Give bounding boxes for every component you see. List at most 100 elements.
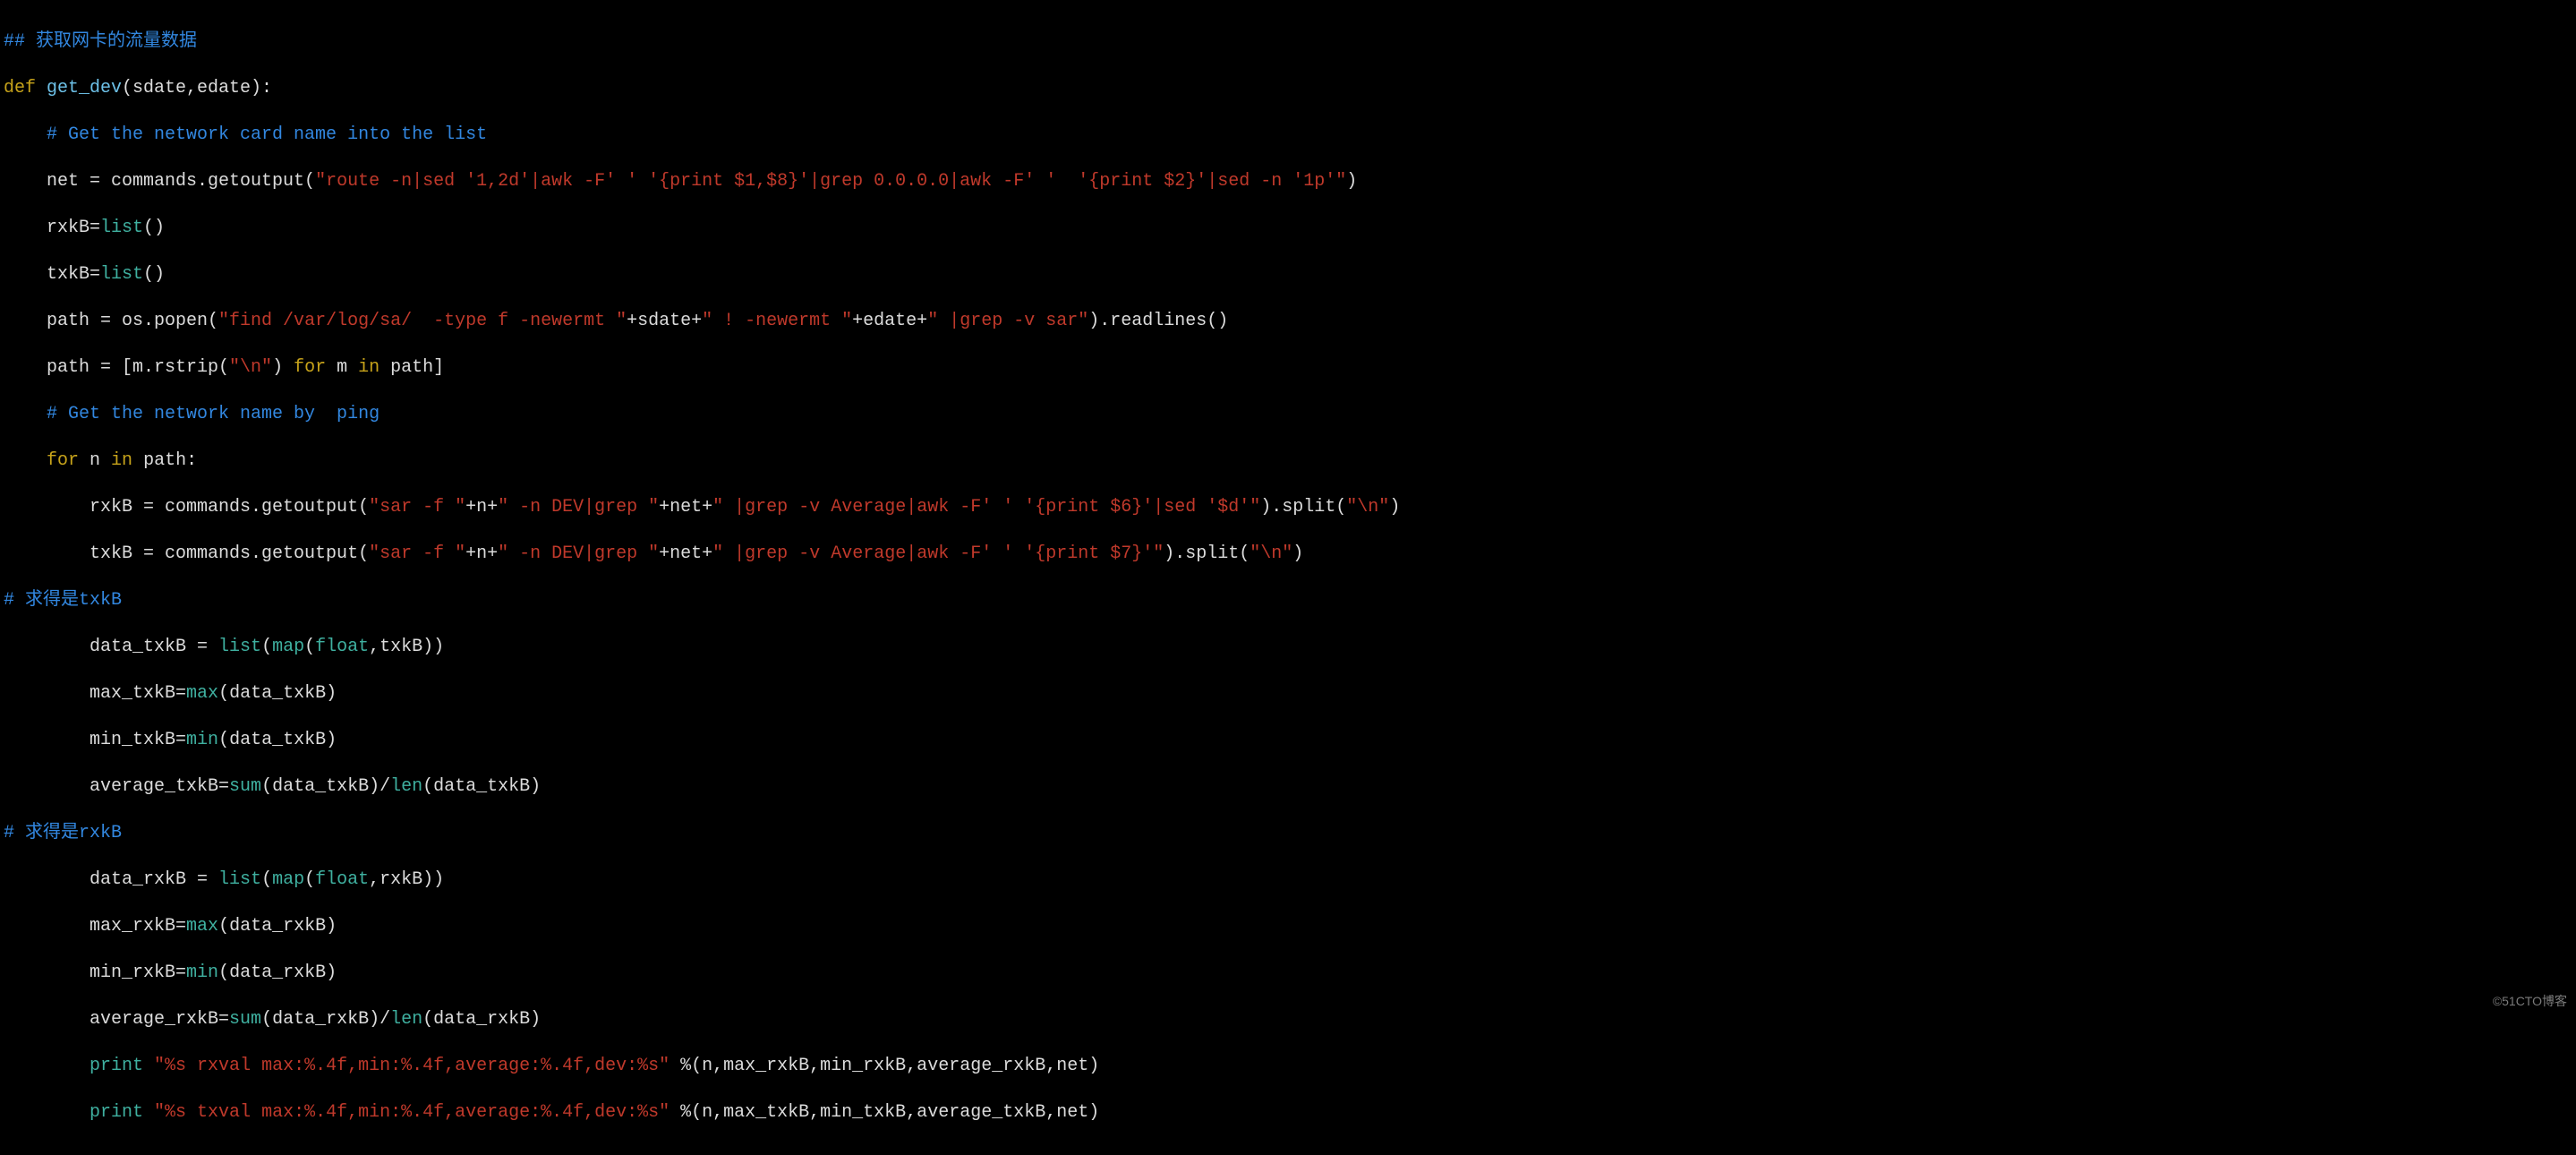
code-line: # Get the network name by ping [4,403,2572,426]
keyword-in: in [111,450,132,471]
code-text: %(n,max_txkB,min_txkB,average_txkB,net) [670,1102,1099,1123]
string: " |grep -v Average|awk -F' ' '{print $7}… [712,543,1164,564]
code-text: ,rxkB)) [369,869,444,890]
code-line: txkB = commands.getoutput("sar -f "+n+" … [4,543,2572,566]
code-text [143,1102,154,1123]
string: "route -n|sed '1,2d'|awk -F' ' '{print $… [315,171,1346,192]
string: "find /var/log/sa/ -type f -newermt " [218,311,627,331]
code-text: (data_txkB) [422,776,541,797]
string: "%s txval max:%.4f,min:%.4f,average:%.4f… [154,1102,670,1123]
builtin: len [390,1009,422,1030]
code-text: average_txkB= [4,776,229,797]
code-line: max_txkB=max(data_txkB) [4,682,2572,706]
code-text: ) [272,357,294,378]
builtin: len [390,776,422,797]
code-text: max_txkB= [4,683,186,704]
keyword-print: print [90,1102,143,1123]
code-text: rxkB= [4,218,100,238]
code-text: max_rxkB= [4,916,186,937]
code-text: %(n,max_rxkB,min_rxkB,average_rxkB,net) [670,1056,1099,1076]
keyword-for: for [47,450,79,471]
keyword-def: def [4,78,36,98]
builtin: max [186,916,218,937]
code-text: path = os.popen( [4,311,218,331]
code-text: () [143,218,165,238]
code-line: txkB=list() [4,263,2572,287]
string: "%s rxval max:%.4f,min:%.4f,average:%.4f… [154,1056,670,1076]
code-text: data_txkB = [4,637,218,657]
keyword-for: for [294,357,326,378]
code-line: print "%s txval max:%.4f,min:%.4f,averag… [4,1101,2572,1125]
code-text: +n+ [465,497,498,518]
code-line: max_rxkB=max(data_rxkB) [4,915,2572,938]
code-line: rxkB=list() [4,217,2572,240]
builtin: map [272,869,304,890]
code-text: txkB = commands.getoutput( [4,543,369,564]
comment: # 求得是txkB [4,590,122,611]
keyword-print: print [90,1056,143,1076]
builtin: float [315,869,369,890]
code-text: ,txkB)) [369,637,444,657]
code-line: data_rxkB = list(map(float,rxkB)) [4,868,2572,892]
code-line: # Get the network card name into the lis… [4,124,2572,147]
code-line: def get_dev(sdate,edate): [4,77,2572,100]
string: "\n" [1346,497,1389,518]
code-text: (data_rxkB) [218,916,337,937]
code-text: (data_txkB)/ [261,776,390,797]
builtin: list [100,264,143,285]
builtin: min [186,730,218,750]
code-text [4,1056,90,1076]
func-name: get_dev [36,78,122,98]
code-text: ( [261,637,272,657]
code-line: # 求得是rxkB [4,822,2572,845]
string: " -n DEV|grep " [498,543,659,564]
code-text: ).readlines() [1088,311,1228,331]
string: " |grep -v Average|awk -F' ' '{print $6}… [712,497,1260,518]
code-text: +n+ [465,543,498,564]
code-text [143,1056,154,1076]
code-text: ( [304,869,315,890]
code-block: ## 获取网卡的流量数据 def get_dev(sdate,edate): #… [0,0,2576,1155]
code-line: path = [m.rstrip("\n") for m in path] [4,356,2572,380]
string: "sar -f " [369,497,465,518]
code-text: (data_rxkB) [422,1009,541,1030]
params: (sdate,edate): [122,78,272,98]
code-text: +net+ [659,497,712,518]
string: " ! -newermt " [702,311,852,331]
string: "\n" [1250,543,1292,564]
builtin: min [186,962,218,983]
code-text: (data_txkB) [218,730,337,750]
comment: ## 获取网卡的流量数据 [4,31,197,52]
keyword-in: in [358,357,380,378]
code-text: +edate+ [852,311,927,331]
code-text: min_rxkB= [4,962,186,983]
string: "\n" [229,357,272,378]
code-text: ).split( [1260,497,1346,518]
code-line: path = os.popen("find /var/log/sa/ -type… [4,310,2572,333]
code-text: ) [1346,171,1357,192]
comment: # Get the network card name into the lis… [4,124,487,145]
code-line: ## 获取网卡的流量数据 [4,30,2572,54]
builtin: list [218,869,261,890]
code-text: +sdate+ [627,311,702,331]
code-line: data_txkB = list(map(float,txkB)) [4,636,2572,659]
code-text: ( [304,637,315,657]
code-text [4,1102,90,1123]
code-text: ( [261,869,272,890]
code-text: ).split( [1164,543,1250,564]
code-text: min_txkB= [4,730,186,750]
code-text: path: [132,450,197,471]
code-text: +net+ [659,543,712,564]
builtin: list [100,218,143,238]
code-line: print "%s rxval max:%.4f,min:%.4f,averag… [4,1055,2572,1078]
code-text: path] [380,357,444,378]
code-line: average_txkB=sum(data_txkB)/len(data_txk… [4,775,2572,799]
code-text: (data_rxkB) [218,962,337,983]
code-text: () [143,264,165,285]
code-line: min_txkB=min(data_txkB) [4,729,2572,752]
code-text: path = [m.rstrip( [4,357,229,378]
code-text: average_rxkB= [4,1009,229,1030]
watermark-text: ©51CTO博客 [2493,993,2567,1009]
builtin: max [186,683,218,704]
code-line: average_rxkB=sum(data_rxkB)/len(data_rxk… [4,1008,2572,1031]
